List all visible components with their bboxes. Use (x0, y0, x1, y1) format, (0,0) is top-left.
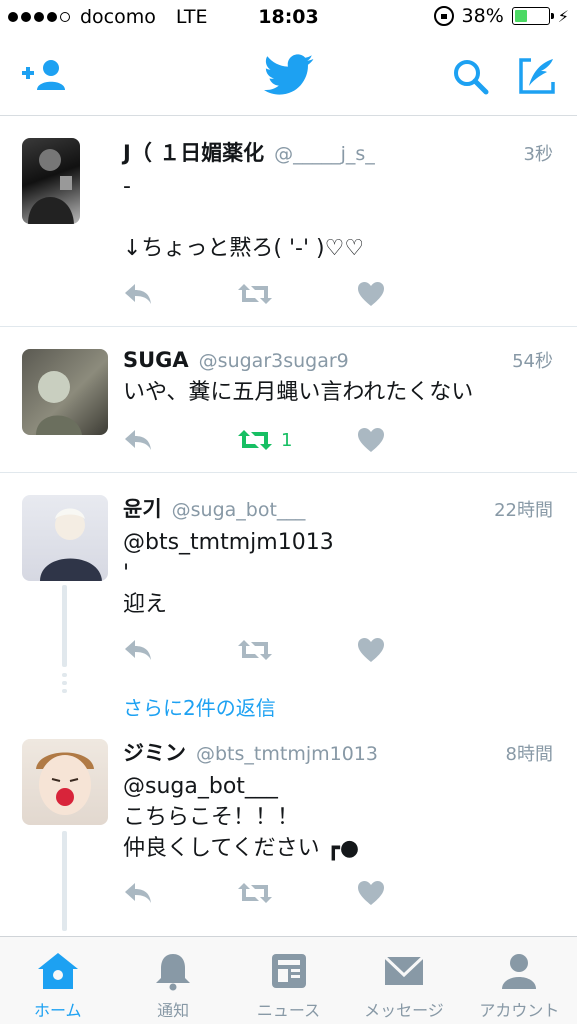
like-icon[interactable] (357, 427, 385, 453)
tab-news[interactable]: ニュース (231, 937, 346, 1024)
battery-icon (511, 7, 554, 25)
tab-home[interactable]: ホーム (0, 937, 115, 1024)
retweet-icon[interactable] (237, 638, 357, 662)
nav-bar (0, 36, 577, 116)
like-icon[interactable] (357, 637, 385, 663)
tab-label: ホーム (33, 1001, 82, 1020)
retweet-icon[interactable]: 1 (237, 428, 357, 452)
thread-gap-dot (62, 689, 67, 693)
tab-label: 通知 (157, 1001, 190, 1020)
author-handle[interactable]: @_____j_s_ (274, 143, 523, 165)
twitter-bird-icon[interactable] (264, 54, 314, 100)
author-handle[interactable]: @suga_bot___ (172, 499, 494, 521)
avatar[interactable] (22, 739, 108, 825)
rotation-lock-icon (433, 6, 454, 26)
bell-icon (156, 954, 191, 991)
tab-messages[interactable]: メッセージ (346, 937, 461, 1024)
conversation-thread: 윤기 @suga_bot___ 22時間 @bts_tmtmjm1013 ' 迎… (0, 473, 577, 935)
search-icon[interactable] (452, 58, 490, 100)
tab-label: ニュース (256, 1001, 321, 1020)
tab-notifications[interactable]: 通知 (115, 937, 230, 1024)
tweet[interactable]: J（ １日媚薬化 @_____j_s_ 3秒 - ↓ちょっと黙ろ( '-' )♡… (0, 117, 577, 327)
reply-icon[interactable] (123, 881, 237, 905)
tab-account[interactable]: アカウント (462, 937, 577, 1024)
tweet-text: @suga_bot___ こちらこそ！！！ 仲良くしてください ┏● (123, 774, 360, 861)
author-name[interactable]: J（ １日媚薬化 (123, 137, 264, 167)
tweet-text: いや、糞に五月蝿い言われたくない (123, 380, 474, 405)
add-user-icon[interactable] (22, 58, 68, 96)
thread-gap-dot (62, 681, 67, 685)
tweet-time: 3秒 (523, 144, 553, 165)
person-icon (502, 954, 537, 989)
tweet-text: - ↓ちょっと黙ろ( '-' )♡♡ (123, 174, 365, 261)
home-icon (37, 953, 78, 989)
status-bar: docomo LTE 18:03 38% ⚡ (0, 0, 577, 36)
battery-percent: 38% (461, 5, 504, 27)
news-icon (271, 954, 306, 988)
tab-label: メッセージ (364, 1001, 444, 1020)
thread-gap-dot (62, 673, 67, 677)
tweet-time: 22時間 (494, 500, 553, 521)
tweet-time: 54秒 (512, 351, 553, 372)
like-icon[interactable] (357, 281, 385, 307)
charging-icon: ⚡ (557, 6, 569, 26)
author-handle[interactable]: @sugar3sugar9 (199, 350, 512, 372)
avatar[interactable] (22, 349, 108, 435)
author-name[interactable]: SUGA (123, 348, 189, 372)
compose-icon[interactable] (517, 56, 557, 100)
reply-icon[interactable] (123, 428, 237, 452)
avatar[interactable] (22, 495, 108, 581)
reply-icon[interactable] (123, 638, 237, 662)
author-handle[interactable]: @bts_tmtmjm1013 (196, 743, 506, 765)
avatar[interactable] (22, 138, 80, 224)
timeline: J（ １日媚薬化 @_____j_s_ 3秒 - ↓ちょっと黙ろ( '-' )♡… (0, 117, 577, 935)
tweet-time: 8時間 (505, 744, 553, 765)
tab-label: アカウント (479, 1001, 560, 1020)
like-icon[interactable] (357, 880, 385, 906)
more-replies-link[interactable]: さらに2件の返信 (123, 692, 276, 721)
thread-line (62, 585, 67, 667)
retweet-count: 1 (281, 429, 293, 451)
envelope-icon (383, 955, 424, 985)
tab-bar: ホーム 通知 ニュース メッセージ アカウント (0, 936, 577, 1024)
thread-line (62, 831, 67, 931)
author-name[interactable]: ジミン (123, 737, 186, 767)
retweet-icon[interactable] (237, 881, 357, 905)
retweet-icon[interactable] (237, 282, 357, 306)
author-name[interactable]: 윤기 (123, 493, 162, 523)
reply-icon[interactable] (123, 282, 237, 306)
tweet-text: @bts_tmtmjm1013 ' 迎え (123, 530, 334, 617)
tweet[interactable]: SUGA @sugar3sugar9 54秒 いや、糞に五月蝿い言われたくない … (0, 327, 577, 473)
